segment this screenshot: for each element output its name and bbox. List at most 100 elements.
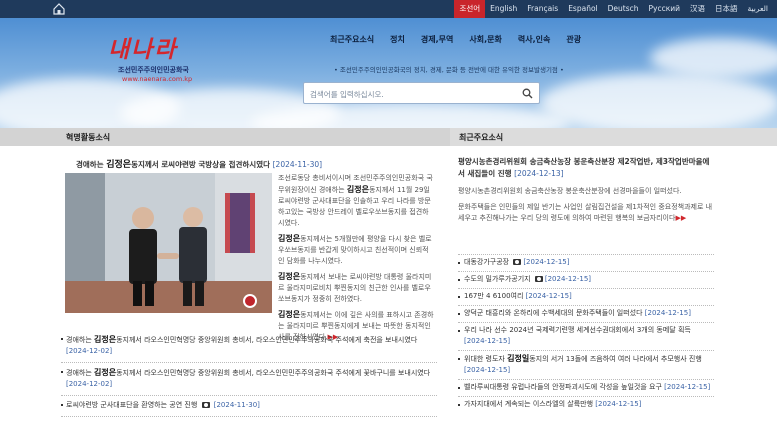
more-arrow-icon[interactable]: ▶▶ <box>675 214 686 222</box>
item-text: 가자지대에서 계속되는 이스라엘의 살륙만행 <box>464 400 596 408</box>
site-logo[interactable]: 내나라 조선민주주의인민공화국 www.naenara.com.kp <box>108 30 208 92</box>
para-name: 김정은 <box>346 185 369 194</box>
list-item[interactable]: 양덕군 태흥리와 온하리에 수백세대의 문화주택들이 일떠섰다 [2024-12… <box>458 305 714 322</box>
camera-icon <box>513 259 522 265</box>
language-menu: 조선어 English Français Español Deutsch Русский 汉… <box>454 0 773 18</box>
lead-paragraph: 조선로동당 총비서이시며 조선민주주의인민공화국 국무위원장이신 경애하는 김정… <box>278 173 434 229</box>
tagline: • 조선민주주의인민공화국의 정치, 경제, 문화 등 전반에 대한 유익한 정… <box>334 66 564 74</box>
list-item[interactable]: 벨라루씨대통령 유럽나라들의 안정파괴시도에 각성을 높일것을 요구 [2024… <box>458 379 714 396</box>
item-date: [2024-12-15] <box>464 337 511 345</box>
lead-name: 김정은 <box>106 160 132 170</box>
top-bar: 조선어 English Français Español Deutsch Русский 汉… <box>0 0 777 18</box>
item-date: [2024-12-15] <box>523 258 570 266</box>
lead-body: 조선로동당 총비서이시며 조선민주주의인민공화국 국무위원장이신 경애하는 김정… <box>278 173 434 347</box>
section-bar-right: 최근주요소식 <box>450 128 777 146</box>
right-lead-date: [2024-12-13] <box>514 169 564 178</box>
camera-icon <box>201 402 210 408</box>
nav-item-economy[interactable]: 경제,무역 <box>421 34 453 45</box>
lead-paragraph: 김정은동지께서는 5개월만에 평양을 다시 찾은 벨로우쏘브동지를 반갑게 맞이… <box>278 233 434 267</box>
item-text: 양덕군 태흥리와 온하리에 수백세대의 문화주택들이 일떠섰다 <box>464 309 645 317</box>
item-text: 경애하는 <box>66 336 94 344</box>
list-item[interactable]: 경애하는 김정은동지께서 라오스인민혁명당 중앙위원회 총비서, 라오스인민민주… <box>61 333 437 363</box>
lead-headline[interactable]: 경애하는 김정은동지께서 로씨야련방 국방상을 접견하시였다 [2024-11-… <box>76 157 446 170</box>
list-item[interactable]: 수도의 밀가루가공기지 [2024-12-15] <box>458 271 714 288</box>
language-item[interactable]: Français <box>522 0 563 18</box>
item-name: 김정일 <box>507 354 530 363</box>
right-lead-body: 평양시농촌경리위원회 송금축산농장 봉운축산분장에 선경마을들이 일떠섰다. 문… <box>458 186 714 229</box>
para-name: 김정은 <box>278 272 301 281</box>
right-paragraph: 평양시농촌경리위원회 송금축산농장 봉운축산분장에 선경마을들이 일떠섰다. <box>458 187 682 195</box>
item-date: [2024-12-15] <box>644 309 691 317</box>
logo-url: www.naenara.com.kp <box>122 75 193 83</box>
language-item[interactable]: العربية <box>743 0 774 18</box>
item-text: 동지께서 라오스인민혁명당 중앙위원회 총비서, 라오스인민민주주의공화국 주석… <box>116 336 418 344</box>
main-nav: 최근주요소식 정치 경제,무역 사회,문화 력사,인속 관광 <box>330 34 597 45</box>
item-text: 로씨야련방 군사대표단을 환영하는 공연 진행 <box>66 401 200 409</box>
right-news-list: 대동강가구공장 [2024-12-15] 수도의 밀가루가공기지 [2024-12… <box>458 254 714 413</box>
nav-item-news[interactable]: 최근주요소식 <box>330 34 374 45</box>
language-item[interactable]: Deutsch <box>603 0 644 18</box>
list-item[interactable]: 경애하는 김정은동지께서 라오스인민혁명당 중앙위원회 총비서, 라오스인민민주… <box>61 366 437 396</box>
nav-item-society[interactable]: 사회,문화 <box>469 34 501 45</box>
item-text: 대동강가구공장 <box>464 258 512 266</box>
item-date: [2024-12-15] <box>525 292 572 300</box>
lead-pre: 경애하는 <box>76 160 107 169</box>
list-item[interactable]: 가자지대에서 계속되는 이스라엘의 살륙만행 [2024-12-15] <box>458 396 714 413</box>
item-name: 김정은 <box>94 368 117 377</box>
right-paragraph: 문화주택들은 인민들의 제일 반기는 사업인 살림집건설을 제1차적인 중요정책… <box>458 202 714 224</box>
lead-date: [2024-11-30] <box>272 160 323 169</box>
item-date: [2024-11-30] <box>213 401 260 409</box>
language-item[interactable]: 日本語 <box>710 0 743 18</box>
left-news-list: 경애하는 김정은동지께서 라오스인민혁명당 중앙위원회 총비서, 라오스인민민주… <box>61 333 437 420</box>
para-text: 동지께서는 5개월만에 평양을 다시 찾은 벨로우쏘브동지를 반갑게 맞이하시고… <box>278 235 432 265</box>
lead-photo[interactable] <box>65 173 272 313</box>
camera-icon <box>534 276 543 282</box>
item-name: 김정은 <box>94 335 117 344</box>
item-text: 수도의 밀가루가공기지 <box>464 275 533 283</box>
item-text: 벨라루씨대통령 유럽나라들의 안정파괴시도에 각성을 높일것을 요구 <box>464 383 665 391</box>
item-text: 동지의 서거 13돌에 즈음하여 여러 나라에서 추모행사 진행 <box>529 355 702 363</box>
list-item[interactable]: 위대한 령도자 김정일동지의 서거 13돌에 즈음하여 여러 나라에서 추모행사… <box>458 350 714 379</box>
para-name: 김정은 <box>278 234 301 243</box>
language-item[interactable]: Español <box>563 0 602 18</box>
search-input[interactable]: 검색어를 입력하십시오. <box>303 82 540 104</box>
header-banner: 내나라 조선민주주의인민공화국 www.naenara.com.kp 최근주요소… <box>0 18 777 128</box>
para-text: 동지께서 보내는 로씨야련방 대통령 울라지미르 울라지미로비치 뿌찐동지의 친… <box>278 273 432 303</box>
lead-photo-illustration <box>65 173 272 313</box>
list-item[interactable]: 대동강가구공장 [2024-12-15] <box>458 254 714 271</box>
right-lead-headline[interactable]: 평양시농촌경리위원회 송금축산농장 봉운축산분장 제2작업반, 제3작업반마을에… <box>458 156 714 180</box>
item-date: [2024-12-15] <box>664 383 711 391</box>
item-date: [2024-12-15] <box>595 400 642 408</box>
section-bar-left: 혁명활동소식 <box>0 128 450 146</box>
item-date: [2024-12-02] <box>66 347 113 355</box>
language-item[interactable]: Русский <box>644 0 686 18</box>
list-item[interactable]: 우리 나라 선수 2024년 국제력기련맹 세계선수권대회에서 3개의 동메달 … <box>458 322 714 350</box>
list-item[interactable]: 로씨야련방 군사대표단을 환영하는 공연 진행 [2024-11-30] <box>61 399 437 417</box>
home-icon[interactable] <box>52 2 66 16</box>
lead-post: 동지께서 로씨야련방 국방상을 접견하시였다 <box>131 160 270 169</box>
item-date: [2024-12-15] <box>544 275 592 283</box>
item-text: 우리 나라 선수 2024년 국제력기련맹 세계선수권대회에서 3개의 동메달 … <box>464 326 691 334</box>
right-lead-text: 평양시농촌경리위원회 송금축산농장 봉운축산분장 제2작업반, 제3작업반마을에… <box>458 157 710 178</box>
language-item[interactable]: 汉语 <box>685 0 710 18</box>
nav-item-tourism[interactable]: 관광 <box>566 34 581 45</box>
item-text: 위대한 령도자 <box>464 355 508 363</box>
search-placeholder: 검색어를 입력하십시오. <box>310 90 384 99</box>
right-paragraph-text: 문화주택들은 인민들의 제일 반기는 사업인 살림집건설을 제1차적인 중요정책… <box>458 203 713 222</box>
item-date: [2024-12-02] <box>66 380 113 388</box>
item-text: 경애하는 <box>66 369 94 377</box>
para-name: 김정은 <box>278 310 301 319</box>
list-item[interactable]: 167만 4 6100여리 [2024-12-15] <box>458 288 714 305</box>
language-item[interactable]: 조선어 <box>454 0 486 18</box>
lead-paragraph: 김정은동지께서 보내는 로씨야련방 대통령 울라지미르 울라지미로비치 뿌찐동지… <box>278 271 434 305</box>
item-text: 167만 4 6100여리 <box>464 292 526 300</box>
logo-text: 내나라 <box>108 36 178 63</box>
logo-subtitle: 조선민주주의인민공화국 <box>118 66 189 74</box>
search-icon[interactable] <box>522 88 533 99</box>
section-title-revolution: 혁명활동소식 <box>66 133 111 142</box>
language-item[interactable]: English <box>485 0 522 18</box>
item-text: 동지께서 라오스인민혁명당 중앙위원회 총비서, 라오스인민민주주의공화국 주석… <box>116 369 431 377</box>
nav-item-politics[interactable]: 정치 <box>390 34 405 45</box>
item-date: [2024-12-15] <box>464 366 511 374</box>
nav-item-history[interactable]: 력사,인속 <box>518 34 550 45</box>
